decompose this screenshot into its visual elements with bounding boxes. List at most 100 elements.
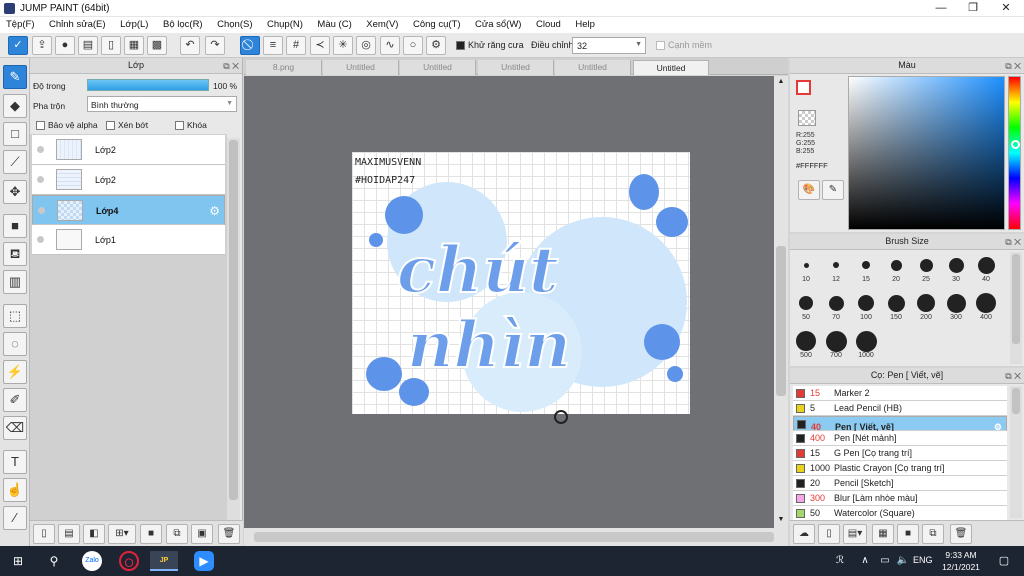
pen-item[interactable]: 15 Marker 2	[793, 386, 1007, 401]
curve-icon[interactable]: ∿	[380, 36, 400, 55]
pen-item[interactable]: 1000 Plastic Crayon [Cọ trang trí]	[793, 461, 1007, 476]
visibility-icon[interactable]	[37, 146, 44, 153]
maximize-button[interactable]: ❐	[957, 0, 989, 17]
layer-item[interactable]: Lớp2	[32, 165, 225, 195]
eyedropper-tool-icon[interactable]: ⁄	[3, 506, 27, 530]
radial-lines-icon[interactable]: ✳	[333, 36, 353, 55]
brush-settings-icon[interactable]: ▦	[872, 524, 894, 544]
pen-item[interactable]: 5 Lead Pencil (HB)	[793, 401, 1007, 416]
soft-edge-toggle[interactable]: Cạnh mềm	[656, 40, 712, 51]
menu-layer[interactable]: Lớp(L)	[114, 17, 154, 30]
brush-size-option[interactable]: 70	[822, 292, 850, 321]
panel-float-close-icon[interactable]: ⧉ ✕	[223, 59, 239, 74]
clip-checkbox[interactable]	[106, 121, 115, 131]
document-icon[interactable]: ▦	[124, 36, 144, 55]
antialias-checkbox[interactable]	[456, 41, 465, 51]
canvas-vertical-scrollbar[interactable]: ▲ ▼	[774, 76, 788, 528]
trash-icon[interactable]: 🗑	[950, 524, 972, 544]
antialias-toggle[interactable]: Khử răng cưa	[456, 40, 524, 51]
gear-icon[interactable]: ⚙	[426, 36, 446, 55]
hand-tool-icon[interactable]: ☝	[3, 478, 27, 502]
brush-size-option[interactable]: 50	[792, 292, 820, 321]
brush-size-option[interactable]: 500	[792, 330, 820, 359]
pen-item[interactable]: 20 Pencil [Sketch]	[793, 476, 1007, 491]
lasso-tool-icon[interactable]: ◌	[3, 332, 27, 356]
zalo-icon[interactable]: Zalo	[82, 551, 102, 571]
pen-item-selected[interactable]: 40 Pen [ Viết, vẽ] ⚙	[793, 416, 1007, 432]
parallel-lines-icon[interactable]: ≡	[263, 36, 283, 55]
copy-layer-icon[interactable]: ⧉	[166, 524, 188, 544]
network-icon[interactable]: ▭	[875, 551, 895, 571]
hue-handle[interactable]	[1011, 140, 1020, 149]
scroll-thumb[interactable]	[1012, 388, 1020, 414]
pen-item[interactable]: 400 Pen [Nét mảnh]	[793, 431, 1007, 446]
tab-document-active[interactable]: Untitled	[633, 60, 709, 75]
text-tool-icon[interactable]: T	[3, 450, 27, 474]
panel-float-close-icon[interactable]: ⧉ ✕	[1005, 369, 1021, 384]
canvas-horizontal-scrollbar[interactable]	[244, 528, 788, 546]
grid-snap-icon[interactable]: #	[286, 36, 306, 55]
menu-filter[interactable]: Bộ lọc(R)	[157, 17, 209, 30]
new-half-icon[interactable]: ◧	[83, 524, 105, 544]
snap-off-icon[interactable]: ⃠	[240, 36, 260, 55]
clock[interactable]: 9:33 AM 12/1/2021	[938, 549, 984, 573]
menu-file[interactable]: Tệp(F)	[0, 17, 41, 30]
clip-toggle[interactable]: Xén bớt	[106, 120, 148, 131]
ellipse-icon[interactable]: ○	[403, 36, 423, 55]
brush-size-option[interactable]: 12	[822, 254, 850, 283]
people-icon[interactable]: ℛ	[830, 551, 850, 571]
blend-select[interactable]: Bình thường ▼	[87, 96, 237, 112]
menu-cloud[interactable]: Cloud	[530, 17, 567, 30]
jump-paint-taskbar-icon[interactable]: JP	[150, 551, 178, 571]
menu-window[interactable]: Cửa sổ(W)	[469, 17, 527, 30]
fill-rect-tool-icon[interactable]: ■	[3, 214, 27, 238]
protect-alpha-checkbox[interactable]	[36, 121, 45, 131]
undo-icon[interactable]: ↶	[180, 36, 200, 55]
visibility-icon[interactable]	[37, 236, 44, 243]
eraser-tool-icon[interactable]: ◆	[3, 94, 27, 118]
new-layer-icon[interactable]: ▯	[33, 524, 55, 544]
add-layer-menu-icon[interactable]: ⊞▾	[108, 524, 136, 544]
brush-size-option[interactable]: 700	[822, 330, 850, 359]
brush-size-option[interactable]: 1000	[852, 330, 880, 359]
tab-document[interactable]: Untitled	[478, 60, 554, 75]
brush-size-option[interactable]: 25	[912, 254, 940, 283]
layer-scrollbar[interactable]	[227, 138, 240, 528]
visibility-icon[interactable]	[38, 207, 45, 214]
chevron-up-icon[interactable]: ∧	[855, 551, 875, 571]
line-tool-icon[interactable]: ⟋	[3, 150, 27, 174]
color-field[interactable]	[848, 76, 1005, 230]
lock-checkbox[interactable]	[175, 121, 184, 131]
menu-capture[interactable]: Chụp(N)	[261, 17, 309, 30]
brush-size-option[interactable]: 20	[882, 254, 910, 283]
language-indicator[interactable]: ENG	[913, 555, 933, 565]
folder-icon[interactable]: ■	[140, 524, 162, 544]
brush-menu-icon[interactable]: ▤▾	[843, 524, 867, 544]
scroll-thumb[interactable]	[254, 532, 774, 542]
brush-size-option[interactable]: 15	[852, 254, 880, 283]
drawing-canvas[interactable]: chút nhìn MAXIMUSVENN #HOIDAP247	[352, 152, 690, 414]
magic-wand-tool-icon[interactable]: ⚡	[3, 360, 27, 384]
pen-item[interactable]: 300 Blur [Làm nhòe màu]	[793, 491, 1007, 506]
gear-icon[interactable]: ⚙	[209, 204, 220, 218]
lock-toggle[interactable]: Khóa	[175, 120, 207, 131]
folder-icon[interactable]: ■	[897, 524, 919, 544]
move-tool-icon[interactable]: ✥	[3, 180, 27, 204]
brush-size-option[interactable]: 150	[882, 292, 910, 321]
transparent-swatch[interactable]	[798, 110, 816, 126]
brush-tool-icon[interactable]: ✎	[3, 65, 27, 89]
new-brush-icon[interactable]: ▯	[818, 524, 840, 544]
layer-item[interactable]: Lớp1	[32, 225, 225, 255]
cloud-brush-icon[interactable]: ☁	[793, 524, 815, 544]
brush-size-option[interactable]: 30	[942, 254, 970, 283]
trash-icon[interactable]: 🗑	[218, 524, 240, 544]
perspective-icon[interactable]: ≺	[310, 36, 330, 55]
pen-scrollbar[interactable]	[1010, 386, 1022, 518]
scroll-up-icon[interactable]: ▲	[775, 78, 787, 88]
scroll-thumb[interactable]	[776, 246, 786, 396]
tab-document[interactable]: Untitled	[323, 60, 399, 75]
select-eraser-tool-icon[interactable]: ⌫	[3, 416, 27, 440]
grid-edit-icon[interactable]: ▩	[147, 36, 167, 55]
brush-size-option[interactable]: 300	[942, 292, 970, 321]
merge-layer-icon[interactable]: ▣	[191, 524, 213, 544]
